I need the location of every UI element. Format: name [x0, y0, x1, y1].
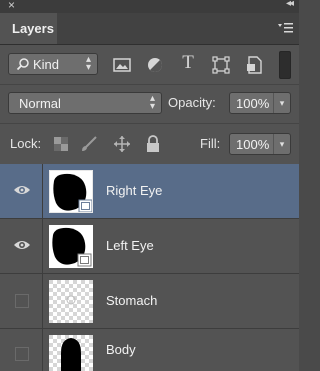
layer-thumbnail [49, 335, 93, 371]
pixel-filter-icon[interactable] [112, 55, 132, 75]
shape-filter-icon[interactable] [211, 55, 231, 75]
filter-toggle-switch[interactable] [279, 51, 291, 79]
layer-row-right-eye[interactable]: Right Eye [0, 164, 299, 219]
visibility-off-box [15, 347, 29, 361]
filter-kind-dropdown[interactable]: Kind ▴ ▾ [8, 53, 98, 75]
close-panel-button[interactable]: × [8, 0, 15, 12]
checkerboard-thumbnail [49, 335, 93, 371]
lock-row: Lock: Fill: 100% ▾ [0, 123, 299, 165]
opacity-field[interactable]: 100% ▾ [229, 92, 291, 114]
fill-field[interactable]: 100% ▾ [229, 133, 291, 155]
blend-row: Normal ▴ ▾ Opacity: 100% ▾ [0, 84, 299, 123]
lock-label: Lock: [10, 136, 42, 151]
layer-name[interactable]: Left Eye [106, 219, 154, 273]
lock-image-pixels-icon[interactable] [80, 135, 98, 153]
checkerboard-thumbnail [49, 280, 93, 323]
opacity-label: Opacity: [168, 95, 216, 110]
layer-row-body[interactable]: Body [0, 329, 299, 371]
panel-title-bar: × ◂◂ [0, 0, 299, 13]
collapse-panel-button[interactable]: ◂◂ [286, 0, 294, 9]
adjustment-filter-icon[interactable] [145, 55, 165, 75]
chevron-down-icon[interactable]: ▾ [273, 134, 290, 154]
tab-row: Layers [0, 13, 299, 45]
visibility-off-box [15, 294, 29, 308]
fill-value: 100% [236, 137, 270, 152]
lock-position-icon[interactable] [113, 135, 131, 153]
visibility-toggle[interactable] [0, 219, 43, 273]
lock-transparent-pixels-icon[interactable] [52, 135, 70, 153]
visibility-toggle[interactable] [0, 164, 43, 218]
chevron-updown-icon: ▴ ▾ [85, 54, 91, 73]
layer-shape-thumbnail [49, 225, 93, 268]
blend-mode-value: Normal [19, 96, 61, 111]
layer-name[interactable]: Right Eye [106, 164, 162, 218]
smart-object-filter-icon[interactable] [244, 55, 264, 75]
layer-thumbnail [49, 280, 93, 323]
fill-label: Fill: [200, 136, 221, 151]
search-icon [16, 58, 29, 71]
layers-list: Right Eye Left Eye Stomach Body [0, 164, 299, 371]
layer-row-stomach[interactable]: Stomach [0, 274, 299, 329]
panel-menu-icon[interactable] [277, 22, 293, 34]
chevron-down-icon[interactable]: ▾ [273, 93, 290, 113]
type-filter-icon[interactable]: T [178, 52, 198, 73]
layer-name[interactable]: Body [106, 329, 136, 371]
filter-kind-label: Kind [33, 57, 60, 72]
lock-all-icon[interactable] [144, 135, 162, 153]
eye-icon [14, 241, 30, 249]
opacity-value: 100% [236, 96, 270, 111]
blend-mode-dropdown[interactable]: Normal ▴ ▾ [8, 92, 162, 114]
tab-layers[interactable]: Layers [0, 13, 57, 44]
layers-panel: × ◂◂ Layers Kind ▴ ▾ T Normal ▴ ▾ Opacit… [0, 0, 299, 371]
chevron-updown-icon: ▴ ▾ [149, 93, 155, 112]
layer-name[interactable]: Stomach [106, 274, 157, 328]
visibility-toggle[interactable] [0, 329, 43, 371]
eye-icon [14, 186, 30, 194]
visibility-toggle[interactable] [0, 274, 43, 328]
layer-row-left-eye[interactable]: Left Eye [0, 219, 299, 274]
layer-thumbnail [49, 225, 93, 268]
layer-thumbnail [49, 170, 93, 213]
filter-row: Kind ▴ ▾ T [0, 45, 299, 83]
layer-shape-thumbnail [50, 171, 92, 212]
